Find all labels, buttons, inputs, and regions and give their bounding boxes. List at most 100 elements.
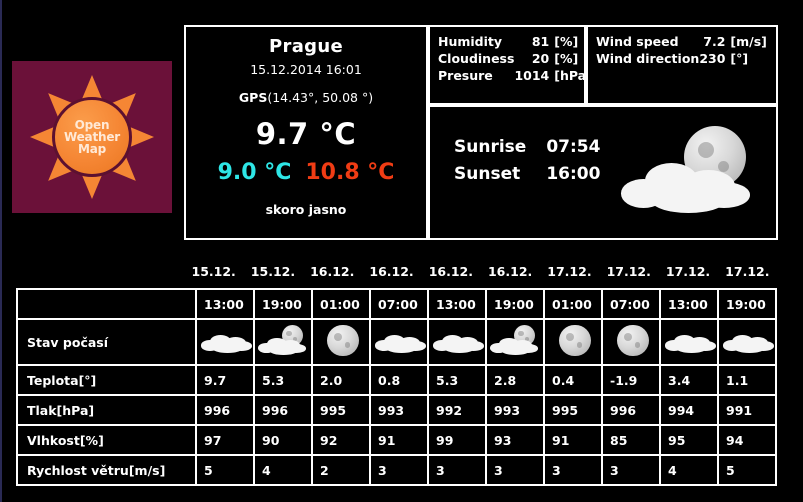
logo-disc: Open Weather Map	[52, 97, 132, 177]
forecast-value: 993	[369, 394, 429, 426]
forecast-value: 3	[543, 454, 603, 486]
moon-icon	[315, 324, 371, 358]
forecast-value: 993	[485, 394, 545, 426]
forecast-value: 996	[253, 394, 313, 426]
metric-unit: [°]	[730, 51, 749, 66]
forecast-value: 94	[717, 424, 777, 456]
forecast-time: 19:00	[717, 288, 777, 320]
metric-row: Presure 1014 [hPa]	[430, 67, 598, 84]
forecast-date: 17.12.	[665, 264, 711, 279]
forecast-date: 17.12.	[606, 264, 651, 279]
forecast-value: 3	[485, 454, 545, 486]
forecast-value: 97	[195, 424, 255, 456]
forecast-row-label: Rychlost větru[m/s]	[16, 454, 197, 486]
metrics-left-table: Humidity 81 [%] Cloudiness 20 [%] Presure 1014[…	[430, 33, 598, 84]
forecast-value: 3	[369, 454, 429, 486]
forecast-value: 91	[369, 424, 429, 456]
moon-icon	[543, 318, 603, 366]
forecast-value: 9.7	[195, 364, 255, 396]
forecast-time: 01:00	[311, 288, 371, 320]
forecast-row: Stav počasí	[16, 318, 777, 366]
gps-coordinates: GPS(14.43°, 50.08 °)	[186, 90, 426, 105]
metric-value: 1014	[514, 68, 550, 83]
moon-behind-cloud-icon	[257, 324, 313, 358]
forecast-value: 2.8	[485, 364, 545, 396]
wind-panel: Wind speed 7.2 [m/s] Wind direction 230 [°]	[586, 25, 778, 105]
forecast-date: 16.12.	[487, 264, 533, 279]
metric-unit: [m/s]	[730, 34, 767, 49]
forecast-date-row-spacer	[16, 264, 184, 279]
metric-value: 81	[531, 34, 550, 49]
forecast-date: 17.12.	[547, 264, 592, 279]
forecast-value: 996	[601, 394, 661, 426]
forecast-value: 3.4	[659, 364, 719, 396]
temperature-max: 10.8 °C	[305, 160, 395, 185]
forecast-date: 16.12.	[369, 264, 414, 279]
forecast-date: 17.12.	[725, 264, 770, 279]
current-weather-panel: Prague 15.12.2014 16:01 GPS(14.43°, 50.0…	[184, 25, 428, 240]
metric-label: Wind speed	[596, 34, 679, 49]
forecast-value: 992	[427, 394, 487, 426]
forecast-time: 13:00	[427, 288, 487, 320]
forecast-row-label: Stav počasí	[16, 318, 197, 366]
metric-label: Cloudiness	[438, 51, 515, 66]
forecast-value: 93	[485, 424, 545, 456]
forecast-date: 16.12.	[310, 264, 355, 279]
forecast-time: 19:00	[485, 288, 545, 320]
forecast-value: 99	[427, 424, 487, 456]
metric-row: Wind speed 7.2 [m/s]	[588, 33, 776, 50]
cloud-icon	[195, 318, 255, 366]
observation-datetime: 15.12.2014 16:01	[250, 62, 362, 77]
forecast-value: 0.4	[543, 364, 603, 396]
forecast-table: 13:00 19:00 01:00 07:00 13:00 19:00 01:00 07:00…	[16, 288, 777, 486]
forecast-value: 2.0	[311, 364, 371, 396]
cloud-icon	[431, 324, 487, 358]
moon-behind-cloud-icon	[489, 324, 545, 358]
metric-value: 7.2	[703, 34, 726, 49]
forecast-value: 995	[543, 394, 603, 426]
forecast-date-row: 15.12. 15.12. 16.12. 16.12. 16.12. 16.12. 17.1…	[16, 264, 777, 279]
forecast-time-row-label	[16, 288, 197, 320]
forecast-time: 07:00	[369, 288, 429, 320]
weather-description: skoro jasno	[265, 202, 347, 217]
forecast-value: 91	[543, 424, 603, 456]
sunrise-sunset-panel: Sunrise 07:54 Sunset 16:00	[428, 105, 778, 240]
forecast-value: 991	[717, 394, 777, 426]
forecast-row: Rychlost větru[m/s] 5 4 2 3 3 3 3 3 4 5	[16, 454, 777, 486]
forecast-value: 5.3	[427, 364, 487, 396]
forecast-value: 994	[659, 394, 719, 426]
sunset-label: Sunset	[454, 163, 521, 184]
metric-label: Wind direction	[596, 51, 700, 66]
moon-icon	[601, 318, 661, 366]
forecast-value: 1.1	[717, 364, 777, 396]
forecast-value: 90	[253, 424, 313, 456]
cloud-icon	[427, 318, 487, 366]
forecast-row-label: Tlak[hPa]	[16, 394, 197, 426]
cloud-icon	[199, 324, 255, 358]
cloud-icon	[663, 324, 719, 358]
gps-value: (14.43°, 50.08 °)	[267, 90, 374, 105]
sun-times-table: Sunrise 07:54 Sunset 16:00	[452, 133, 602, 188]
forecast-time: 01:00	[543, 288, 603, 320]
humidity-panel: Humidity 81 [%] Cloudiness 20 [%] Presure 1014[…	[428, 25, 592, 105]
forecast-value: 5.3	[253, 364, 313, 396]
forecast-value: 85	[601, 424, 661, 456]
forecast-value: 996	[195, 394, 255, 426]
forecast-value: 4	[659, 454, 719, 486]
forecast-value: 0.8	[369, 364, 429, 396]
cloud-icon	[369, 318, 429, 366]
cloud-icon	[721, 324, 777, 358]
metric-value: 230	[699, 51, 726, 66]
forecast-value: 5	[195, 454, 255, 486]
forecast-value: 5	[717, 454, 777, 486]
metrics-right-table: Wind speed 7.2 [m/s] Wind direction 230 [°]	[588, 33, 776, 67]
logo-line-3: Map	[77, 142, 107, 157]
sunrise-value: 07:54	[546, 137, 601, 157]
forecast-value: 4	[253, 454, 313, 486]
gps-label: GPS	[238, 90, 268, 105]
forecast-row-label: Teplota[°]	[16, 364, 197, 396]
cloud-icon	[717, 318, 777, 366]
forecast-time: 13:00	[195, 288, 255, 320]
moon-icon	[311, 318, 371, 366]
forecast-date: 16.12.	[428, 264, 473, 279]
